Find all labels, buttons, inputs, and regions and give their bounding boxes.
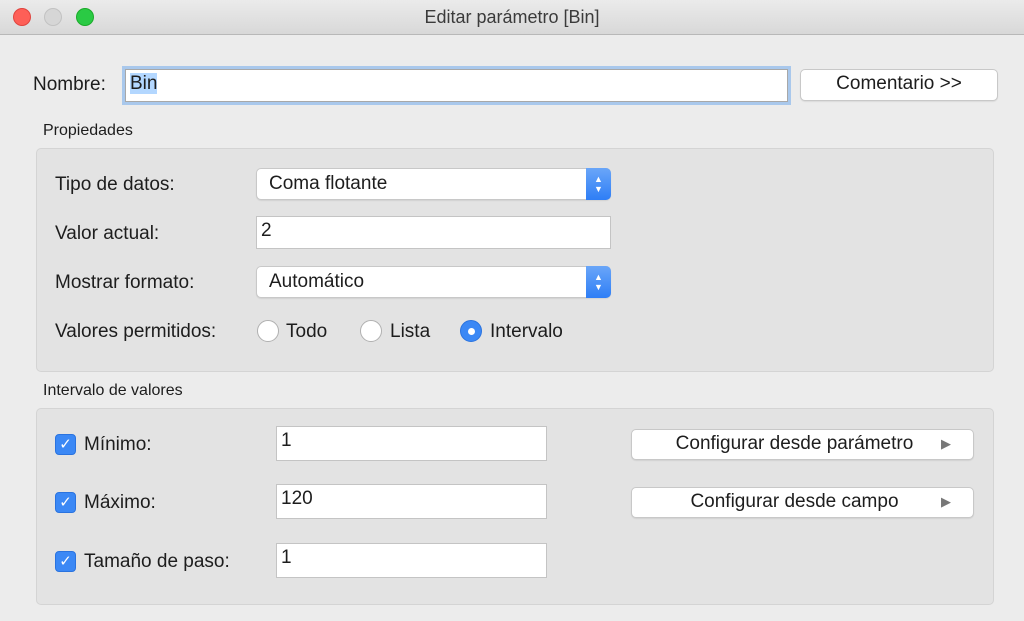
step-checkbox[interactable]: ✓ xyxy=(55,551,76,572)
checkmark-icon: ✓ xyxy=(59,494,72,511)
min-input[interactable]: 1 xyxy=(276,426,547,461)
radio-all[interactable] xyxy=(257,320,279,342)
display-format-select[interactable]: Automático ▲ ▼ xyxy=(256,266,611,298)
checkmark-icon: ✓ xyxy=(59,553,72,570)
set-from-parameter-button[interactable]: Configurar desde parámetro ▶ xyxy=(631,429,974,460)
data-type-select[interactable]: Coma flotante ▲ ▼ xyxy=(256,168,611,200)
set-from-field-button[interactable]: Configurar desde campo ▶ xyxy=(631,487,974,518)
current-value-label: Valor actual: xyxy=(55,223,160,244)
display-format-label: Mostrar formato: xyxy=(55,272,195,293)
max-label: Máximo: xyxy=(84,492,156,513)
radio-range[interactable] xyxy=(460,320,482,342)
checkmark-icon: ✓ xyxy=(59,436,72,453)
min-label: Mínimo: xyxy=(84,434,152,455)
min-checkbox[interactable]: ✓ xyxy=(55,434,76,455)
title-bar: Editar parámetro [Bin] xyxy=(0,0,1024,35)
current-value-input[interactable]: 2 xyxy=(256,216,611,249)
set-from-field-label: Configurar desde campo xyxy=(690,491,899,512)
name-value: Bin xyxy=(130,73,158,94)
chevron-up-down-icon: ▲ ▼ xyxy=(586,266,611,298)
set-from-parameter-label: Configurar desde parámetro xyxy=(675,433,914,454)
name-input[interactable]: Bin xyxy=(125,69,788,102)
properties-heading: Propiedades xyxy=(43,122,133,139)
play-arrow-icon: ▶ xyxy=(941,494,951,509)
comment-button[interactable]: Comentario >> xyxy=(800,69,998,101)
step-input[interactable]: 1 xyxy=(276,543,547,578)
step-label: Tamaño de paso: xyxy=(84,551,230,572)
range-heading: Intervalo de valores xyxy=(43,382,183,399)
window-title: Editar parámetro [Bin] xyxy=(424,7,600,27)
radio-all-label[interactable]: Todo xyxy=(286,321,327,343)
name-label: Nombre: xyxy=(33,74,106,95)
chevron-up-down-icon: ▲ ▼ xyxy=(586,168,611,200)
max-input[interactable]: 120 xyxy=(276,484,547,519)
radio-list[interactable] xyxy=(360,320,382,342)
play-arrow-icon: ▶ xyxy=(941,436,951,451)
data-type-value: Coma flotante xyxy=(269,173,388,194)
display-format-value: Automático xyxy=(269,271,365,292)
radio-list-label[interactable]: Lista xyxy=(390,321,430,343)
radio-range-label[interactable]: Intervalo xyxy=(490,321,563,343)
data-type-label: Tipo de datos: xyxy=(55,174,175,195)
max-checkbox[interactable]: ✓ xyxy=(55,492,76,513)
allowed-values-label: Valores permitidos: xyxy=(55,321,217,342)
